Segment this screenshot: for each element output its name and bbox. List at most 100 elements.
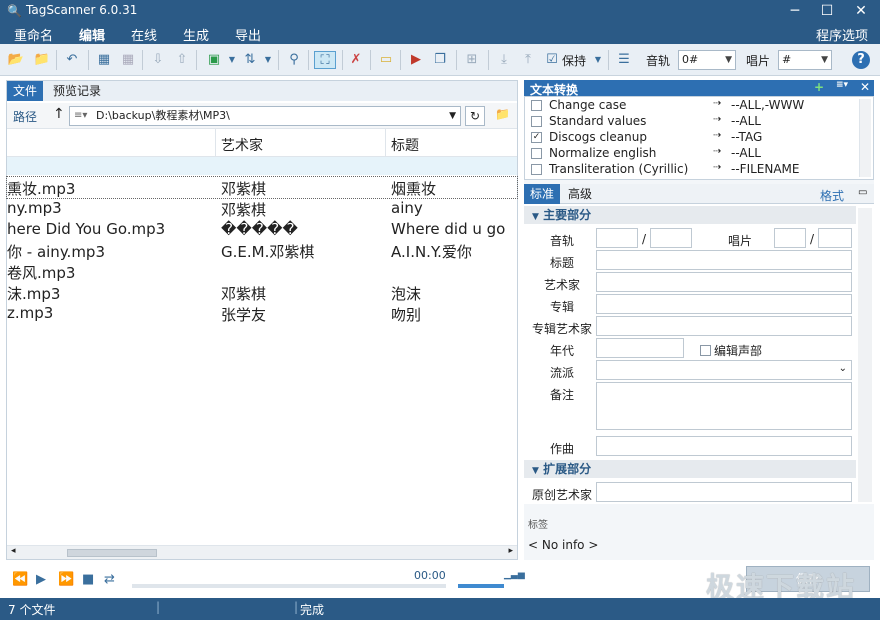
- title-field[interactable]: [596, 250, 852, 270]
- minimize-icon[interactable]: ─: [780, 0, 810, 22]
- select-all-icon[interactable]: ▦: [94, 51, 114, 69]
- scroll-left-icon[interactable]: ◂: [11, 546, 16, 556]
- app-options-menu[interactable]: 程序选项: [816, 25, 868, 44]
- frame-icon[interactable]: ▣: [204, 51, 224, 69]
- close-icon[interactable]: ✕: [846, 0, 876, 22]
- path-menu-icon[interactable]: ≡▾: [74, 107, 87, 125]
- section-main[interactable]: ▼ 主要部分: [524, 206, 856, 224]
- tab-files[interactable]: 文件: [7, 81, 44, 101]
- open-folder-icon[interactable]: 📂: [6, 51, 26, 69]
- table-row[interactable]: 你 - ainy.mp3 G.E.M.邓紫棋 A.I.N.Y.爱你: [7, 240, 517, 261]
- move-down-icon[interactable]: ⇩: [148, 51, 168, 69]
- search-icon[interactable]: ⚲: [284, 51, 304, 69]
- menu-icon[interactable]: ≡▾: [836, 80, 848, 90]
- table-row[interactable]: 卷风.mp3: [7, 261, 517, 282]
- conversion-item[interactable]: Normalize english ⇢ --ALL: [529, 145, 859, 161]
- keep-icon[interactable]: ☑: [542, 51, 562, 69]
- chevron-down-icon[interactable]: ▼: [588, 51, 608, 69]
- tag-editor-icon[interactable]: ⛶: [314, 51, 336, 69]
- add-icon[interactable]: +: [814, 80, 824, 94]
- disc-select[interactable]: # ▼: [778, 50, 832, 70]
- stop-icon[interactable]: ■: [82, 572, 94, 587]
- sort-icon[interactable]: ⇅: [240, 51, 260, 69]
- play-icon[interactable]: ▶: [36, 572, 46, 587]
- scroll-right-icon[interactable]: ▸: [508, 546, 513, 556]
- panel-toggle-icon[interactable]: ▭: [858, 187, 867, 198]
- table-row[interactable]: z.mp3 张学友 吻别: [7, 303, 517, 324]
- seek-bar[interactable]: [132, 584, 446, 588]
- artist-field[interactable]: [596, 272, 852, 292]
- folder-row[interactable]: [7, 157, 517, 175]
- conversion-item[interactable]: ✓ Discogs cleanup ⇢ --TAG: [529, 129, 859, 145]
- comment-field[interactable]: [596, 382, 852, 430]
- scroll-thumb[interactable]: [67, 549, 157, 557]
- play-file-icon[interactable]: ▶: [406, 51, 426, 69]
- previous-icon[interactable]: ⏪: [12, 572, 28, 587]
- table-row[interactable]: ny.mp3 邓紫棋 ainy: [7, 198, 517, 219]
- conversion-item[interactable]: Transliteration (Cyrillic) ⇢ --FILENAME: [529, 161, 859, 177]
- table-row[interactable]: here Did You Go.mp3 ����� Where did u go: [7, 219, 517, 240]
- remove-tag-icon[interactable]: ✗: [346, 51, 366, 69]
- next-icon[interactable]: ⏩: [58, 572, 74, 587]
- maximize-icon[interactable]: ☐: [812, 0, 842, 22]
- menu-generate[interactable]: 生成: [183, 25, 209, 44]
- refresh-icon[interactable]: ↻: [465, 106, 485, 126]
- chevron-down-icon[interactable]: ▼: [222, 51, 242, 69]
- edit-sound-checkbox[interactable]: [700, 345, 711, 356]
- track-field[interactable]: [596, 228, 638, 248]
- column-divider[interactable]: [215, 129, 216, 157]
- deselect-icon[interactable]: ▦: [118, 51, 138, 69]
- chevron-down-icon[interactable]: ▼: [449, 107, 456, 125]
- genre-select[interactable]: ⌄: [596, 360, 852, 380]
- add-folder-icon[interactable]: 📁: [32, 51, 52, 69]
- help-icon[interactable]: ?: [852, 51, 870, 69]
- table-row[interactable]: 熏妆.mp3 邓紫棋 烟熏妆: [6, 176, 518, 199]
- conversion-item[interactable]: Standard values ⇢ --ALL: [529, 113, 859, 129]
- conversion-checkbox[interactable]: [531, 116, 542, 127]
- composer-field[interactable]: [596, 436, 852, 456]
- vertical-scrollbar[interactable]: [858, 208, 872, 502]
- folder-browse-icon[interactable]: 📁: [495, 107, 510, 121]
- path-input[interactable]: ≡▾ D:\backup\教程素材\MP3\ ▼: [69, 106, 461, 126]
- year-field[interactable]: [596, 338, 684, 358]
- column-divider[interactable]: [385, 129, 386, 157]
- column-title[interactable]: 标题: [391, 135, 419, 155]
- table-row[interactable]: 沫.mp3 邓紫棋 泡沫: [7, 282, 517, 303]
- tab-standard[interactable]: 标准: [524, 184, 561, 204]
- volume-bar[interactable]: [458, 584, 504, 588]
- orig-artist-field[interactable]: [596, 482, 852, 502]
- menu-export[interactable]: 导出: [235, 25, 261, 44]
- album-artist-field[interactable]: [596, 316, 852, 336]
- conversion-item[interactable]: Change case ⇢ --ALL,-WWW: [529, 97, 859, 113]
- export-icon[interactable]: ⤒: [518, 51, 538, 69]
- undo-icon[interactable]: ↶: [62, 51, 82, 69]
- track-select[interactable]: 0# ▼: [678, 50, 736, 70]
- script-icon[interactable]: ☰: [614, 51, 634, 69]
- lyrics-icon[interactable]: ⊞: [462, 51, 482, 69]
- conversion-checkbox[interactable]: [531, 100, 542, 111]
- volume-icon[interactable]: ▁▃▅: [504, 570, 525, 580]
- track-total-field[interactable]: [650, 228, 692, 248]
- file-copy-icon[interactable]: ❐: [430, 51, 450, 69]
- close-panel-icon[interactable]: ✕: [860, 80, 870, 94]
- cover-icon[interactable]: ▭: [376, 51, 396, 69]
- conversion-checkbox[interactable]: [531, 164, 542, 175]
- section-extended[interactable]: ▼ 扩展部分: [524, 460, 856, 478]
- menu-rename[interactable]: 重命名: [14, 25, 53, 44]
- conversion-checkbox[interactable]: [531, 148, 542, 159]
- tab-advanced[interactable]: 高级: [562, 184, 598, 204]
- disc-field[interactable]: [774, 228, 806, 248]
- conversion-scrollbar[interactable]: [859, 99, 871, 177]
- import-icon[interactable]: ⤓: [494, 51, 514, 69]
- chevron-down-icon[interactable]: ▼: [258, 51, 278, 69]
- conversion-checkbox[interactable]: ✓: [531, 132, 542, 143]
- edit-sound-label[interactable]: 编辑声部: [714, 342, 762, 359]
- move-up-icon[interactable]: ⇧: [172, 51, 192, 69]
- keep-label[interactable]: 保持: [562, 52, 586, 69]
- album-field[interactable]: [596, 294, 852, 314]
- column-artist[interactable]: 艺术家: [221, 135, 263, 155]
- up-folder-icon[interactable]: ↑: [53, 106, 65, 122]
- repeat-icon[interactable]: ⇄: [104, 572, 115, 587]
- tab-preview-log[interactable]: 预览记录: [47, 81, 107, 101]
- horizontal-scrollbar[interactable]: ◂ ▸: [7, 545, 517, 559]
